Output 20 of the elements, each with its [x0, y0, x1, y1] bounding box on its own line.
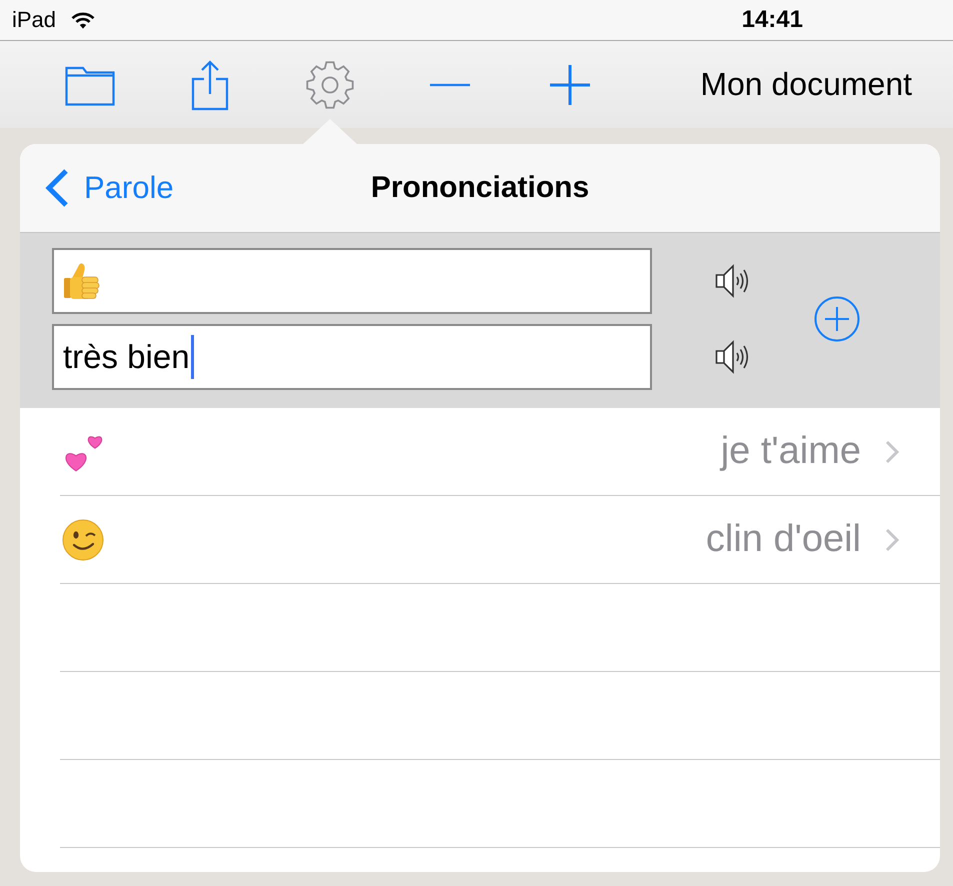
list-row[interactable]: je t'aime	[60, 408, 940, 496]
list-row[interactable]: clin d'oeil	[60, 496, 940, 584]
add-icon[interactable]	[814, 296, 860, 342]
input-field[interactable]	[52, 248, 652, 314]
share-icon[interactable]	[191, 58, 229, 110]
minus-icon[interactable]	[429, 82, 471, 86]
document-title: Mon document	[700, 66, 913, 103]
chevron-right-icon	[884, 438, 900, 464]
clock-time: 14:41	[742, 6, 803, 34]
plus-icon[interactable]	[549, 64, 591, 106]
nav-title: Prononciations	[370, 171, 590, 205]
chevron-left-icon	[44, 168, 70, 208]
input-field[interactable]: très bien	[52, 324, 652, 390]
text-cursor	[190, 335, 194, 379]
winking-face-icon	[62, 518, 104, 560]
device-name: iPad	[12, 7, 56, 33]
chevron-right-icon	[884, 526, 900, 552]
wifi-icon	[70, 10, 96, 30]
settings-icon[interactable]	[305, 60, 355, 110]
back-button[interactable]: Parole	[44, 168, 174, 208]
